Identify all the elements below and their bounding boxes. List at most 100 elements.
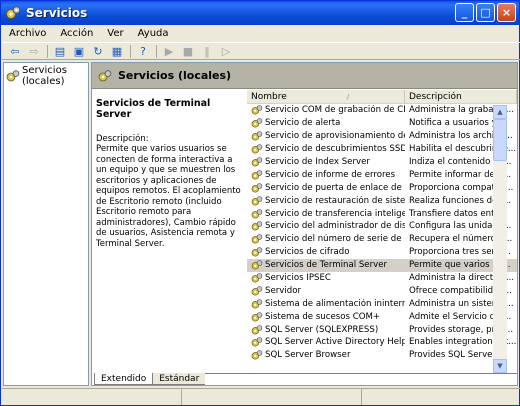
service-name-cell: Servicio de Index Server [247, 157, 405, 167]
pane-header: Servicios (locales) [92, 63, 517, 89]
menu-ayuda[interactable]: Ayuda [131, 28, 176, 39]
table-row[interactable]: Servicios IPSEC Administra la directiva..… [247, 272, 517, 285]
service-gear-icon [251, 286, 263, 296]
sort-ascending-icon: / [346, 92, 350, 101]
services-window: Servicios _ □ × Archivo Acción Ver Ayuda… [0, 0, 520, 406]
close-button[interactable]: × [497, 3, 516, 22]
stop-icon[interactable]: ■ [179, 44, 197, 59]
menu-bar: Archivo Acción Ver Ayuda [2, 25, 520, 43]
service-gear-icon [251, 324, 263, 335]
export-list-icon[interactable]: ▦ [108, 44, 126, 59]
service-name-cell: Servicio de restauración de sistema [247, 196, 405, 206]
window-title: Servicios [26, 6, 88, 20]
menu-accion[interactable]: Acción [53, 28, 100, 39]
list-rows: Servicio COM de grabación de CD de ...Ad… [247, 104, 517, 362]
service-gear-icon [251, 350, 263, 360]
table-row[interactable]: Servicio COM de grabación de CD de ...Ad… [247, 104, 517, 117]
service-gear-icon [251, 195, 263, 206]
table-row[interactable]: Servicio del administrador de discos l..… [247, 220, 517, 233]
table-row[interactable]: Servicio de restauración de sistema Reali… [247, 194, 517, 207]
maximize-button[interactable]: □ [476, 3, 495, 22]
table-row[interactable]: Sistema de sucesos COM+ Admite el Servici… [247, 310, 517, 323]
column-name-label: Nombre [251, 91, 287, 102]
description-panel: Servicios de Terminal Server Descripción… [92, 90, 245, 373]
service-name: Servicio de restauración de sistema [265, 195, 405, 206]
service-name-cell: SQL Server Active Directory Helper [247, 337, 405, 347]
title-bar[interactable]: Servicios _ □ × [1, 1, 519, 25]
properties-icon[interactable]: ▣ [70, 44, 88, 59]
service-gear-icon [251, 299, 263, 309]
service-gear-icon [251, 170, 263, 180]
help-icon[interactable]: ? [134, 44, 152, 59]
service-name-cell: Servicios de cifrado [247, 247, 405, 257]
table-row[interactable]: Servicios de Terminal Server Permite que … [247, 258, 517, 272]
service-name-cell: Sistema de sucesos COM+ [247, 312, 405, 322]
service-gear-icon [251, 273, 263, 283]
description-text: Permite que varios usuarios se conecten … [96, 144, 241, 249]
service-name: Servicios IPSEC [265, 273, 331, 284]
service-name-cell: Servicios de Terminal Server [247, 260, 405, 270]
tab-extendido[interactable]: Extendido [94, 373, 154, 385]
table-row[interactable]: SQL Server Active Directory Helper Enable… [247, 336, 517, 349]
service-name-cell: Servicio de puerta de enlace de cap... [247, 183, 405, 193]
vertical-scrollbar[interactable]: ▲ ▼ [493, 105, 507, 373]
minimize-button[interactable]: _ [455, 3, 474, 22]
service-name: Servicio de descubrimientos SSDP [265, 144, 405, 155]
service-name-cell: Servicio de aprovisionamiento de red [247, 131, 405, 141]
tree-item-services-local[interactable]: Servicios (locales) [4, 63, 88, 89]
description-label: Descripción: [96, 134, 149, 144]
pause-icon[interactable]: ‖ [198, 44, 216, 59]
table-row[interactable]: Servicio de transferencia inteligente ..… [247, 207, 517, 220]
service-gear-icon [251, 144, 263, 154]
list-header: Nombre / Descripción [247, 90, 517, 104]
service-name: SQL Server Browser [265, 350, 351, 361]
play-icon[interactable]: ▶ [160, 44, 178, 59]
refresh-icon[interactable]: ↻ [89, 44, 107, 59]
table-row[interactable]: Servicio de descubrimientos SSDP Habilita… [247, 143, 517, 156]
restart-icon[interactable]: ▷ [217, 44, 235, 59]
table-row[interactable]: SQL Server (SQLEXPRESS) Provides storage,… [247, 323, 517, 336]
table-row[interactable]: Servicios de cifrado Proporciona tres ser… [247, 246, 517, 259]
service-gear-icon [251, 118, 263, 128]
column-description-label: Descripción [409, 91, 462, 102]
service-name-cell: Servicio de informe de errores [247, 170, 405, 180]
column-header-description[interactable]: Descripción [405, 90, 517, 103]
console-tree-icon[interactable]: ▤ [51, 44, 69, 59]
service-gear-icon [251, 157, 263, 167]
scroll-thumb[interactable] [493, 119, 507, 161]
service-name: Servicio de puerta de enlace de cap... [265, 182, 405, 193]
table-row[interactable]: Servicio de puerta de enlace de cap...Pr… [247, 181, 517, 194]
selected-service-title: Servicios de Terminal Server [96, 98, 211, 120]
table-row[interactable]: SQL Server Browser Provides SQL Server ..… [247, 349, 517, 362]
table-row[interactable]: Servicio de Index Server Indiza el conten… [247, 156, 517, 169]
service-name: Servidor [265, 285, 301, 296]
table-row[interactable]: Servicio de aprovisionamiento de redAdmi… [247, 130, 517, 143]
service-gear-icon [251, 247, 263, 257]
menu-ver[interactable]: Ver [100, 28, 130, 39]
table-row[interactable]: Servicio de alerta Notifica a usuarios y … [247, 117, 517, 130]
service-name: Sistema de sucesos COM+ [265, 311, 381, 322]
service-name-cell: SQL Server Browser [247, 350, 405, 360]
service-name: Servicio del número de serie de medi... [265, 234, 405, 245]
table-row[interactable]: Sistema de alimentación ininterrumpidaAd… [247, 297, 517, 310]
table-row[interactable]: Servicio de informe de errores Permite in… [247, 168, 517, 181]
forward-arrow-icon[interactable]: ⇨ [25, 44, 43, 59]
tab-estandar[interactable]: Estándar [153, 373, 206, 385]
service-name-cell: Sistema de alimentación ininterrumpida [247, 299, 405, 309]
column-header-name[interactable]: Nombre / [247, 90, 405, 103]
services-list: Nombre / Descripción Servicio COM de gra… [247, 90, 517, 372]
back-arrow-icon[interactable]: ⇦ [6, 44, 24, 59]
table-row[interactable]: Servicio del número de serie de medi...R… [247, 233, 517, 246]
service-name-cell: Servicio de alerta [247, 118, 405, 128]
table-row[interactable]: Servidor Ofrece compatibilidad... [247, 284, 517, 297]
menu-archivo[interactable]: Archivo [2, 28, 53, 39]
service-name: Servicio de Index Server [265, 157, 370, 167]
scroll-down-arrow-icon[interactable]: ▼ [493, 359, 507, 373]
service-name: Servicio COM de grabación de CD de ... [265, 105, 405, 116]
services-gear-icon [5, 5, 21, 21]
service-name-cell: Servicio de transferencia inteligente ..… [247, 209, 405, 219]
services-gear-icon [98, 69, 112, 82]
scroll-up-arrow-icon[interactable]: ▲ [493, 105, 507, 119]
service-gear-icon [251, 221, 263, 231]
service-name: Servicio de alerta [265, 118, 341, 129]
